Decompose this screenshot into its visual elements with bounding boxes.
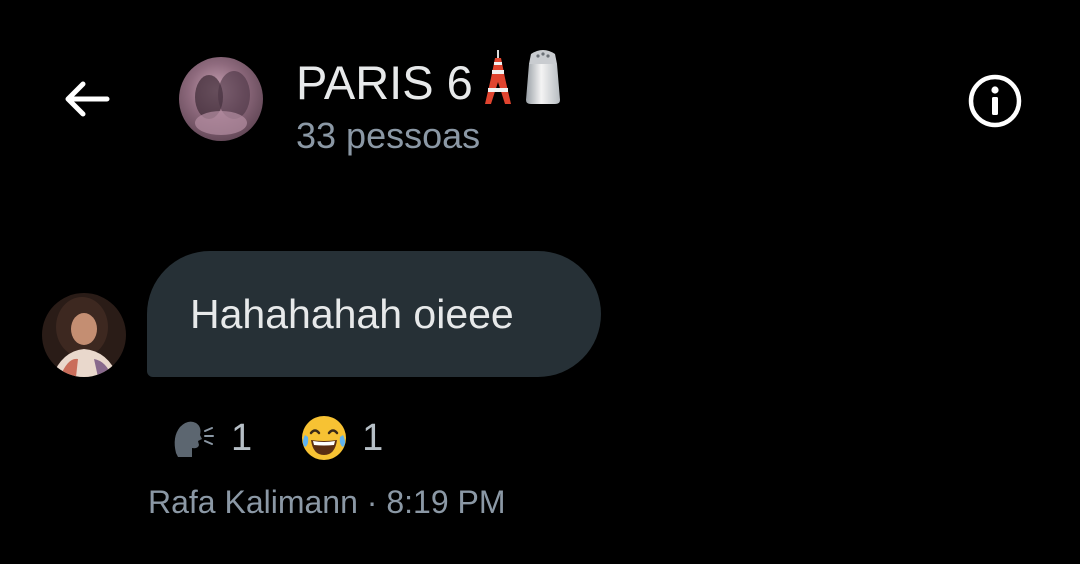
- sender-avatar[interactable]: [42, 293, 126, 377]
- message-bubble[interactable]: Hahahahah oieee: [147, 251, 601, 377]
- arrow-left-icon: [65, 81, 110, 117]
- reaction-count: 1: [362, 416, 384, 459]
- sender-avatar-image: [42, 293, 126, 377]
- message-meta: Rafa Kalimann · 8:19 PM: [148, 482, 506, 522]
- message-text: Hahahahah oieee: [190, 290, 514, 337]
- group-name: PARIS 6: [296, 56, 473, 109]
- reaction-tears-of-joy[interactable]: 1: [296, 410, 383, 466]
- group-title[interactable]: PARIS 6: [296, 48, 563, 118]
- back-button[interactable]: [56, 74, 116, 124]
- tokyo-tower-icon: [481, 48, 515, 118]
- salt-shaker-icon: [523, 48, 563, 118]
- dm-conversation-screen: PARIS 6 33 pessoas Hahahahah oieee 1 1 R…: [0, 0, 1080, 564]
- info-circle-icon: [968, 74, 1022, 128]
- message-reactions: 1 1: [165, 410, 427, 466]
- member-count[interactable]: 33 pessoas: [296, 114, 480, 158]
- group-avatar[interactable]: [179, 57, 263, 141]
- message-time: 8:19 PM: [386, 484, 506, 520]
- sender-name[interactable]: Rafa Kalimann: [148, 484, 358, 520]
- face-with-tears-of-joy-icon: [296, 410, 352, 466]
- info-button[interactable]: [964, 70, 1026, 132]
- group-avatar-image: [179, 57, 263, 141]
- speaking-head-icon: [165, 410, 221, 466]
- meta-separator: ·: [366, 484, 378, 520]
- reaction-count: 1: [231, 416, 253, 459]
- reaction-speaking-head[interactable]: 1: [165, 410, 252, 466]
